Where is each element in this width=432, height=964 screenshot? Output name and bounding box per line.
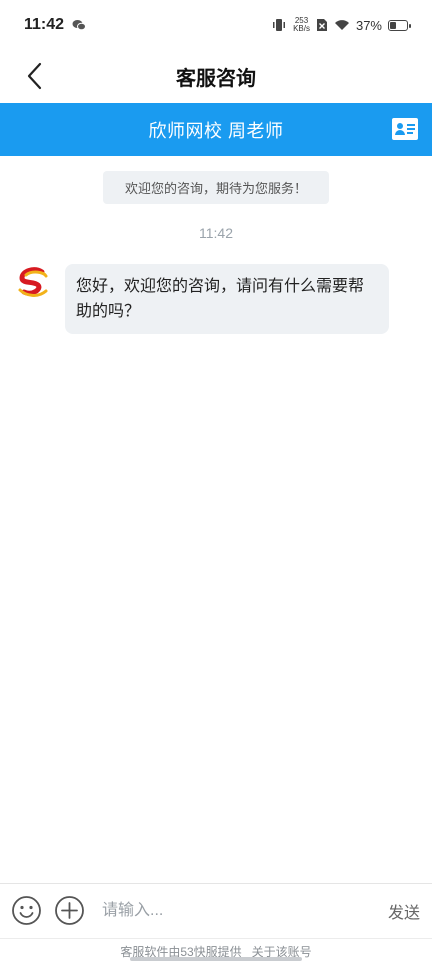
vibrate-icon	[273, 19, 286, 31]
wechat-icon	[72, 20, 87, 31]
battery-percent: 37%	[355, 17, 382, 33]
agent-message-bubble[interactable]: 您好，欢迎您的咨询，请问有什么需要帮助的吗？	[65, 264, 389, 334]
agent-bar: 欣师网校 周老师	[0, 103, 432, 156]
message-input[interactable]	[96, 895, 366, 927]
welcome-tip: 欢迎您的咨询，期待为您服务！	[103, 171, 329, 204]
battery-fill	[390, 21, 396, 29]
message-timestamp: 11:42	[199, 225, 233, 241]
battery-icon	[388, 19, 411, 31]
net-speed-unit: KB/s	[293, 24, 310, 33]
contact-card-icon[interactable]	[392, 118, 418, 140]
wifi-icon	[334, 20, 349, 30]
chevron-left-icon[interactable]	[20, 60, 50, 92]
agent-avatar[interactable]	[16, 266, 52, 302]
net-speed: 253 KB/s	[293, 17, 310, 33]
status-time: 11:42	[24, 16, 65, 33]
page-title: 客服咨询	[176, 67, 256, 90]
home-indicator[interactable]	[130, 957, 302, 961]
send-button[interactable]: 发送	[388, 899, 420, 923]
status-bar: 11:42 253 KB/s 37%	[0, 0, 432, 50]
plus-circle-icon[interactable]	[54, 895, 85, 926]
nav-bar: 客服咨询	[0, 50, 432, 102]
chat-area[interactable]: 欢迎您的咨询，期待为您服务！ 11:42 您好，欢迎您的咨询，请问有什么需要帮助…	[0, 156, 432, 883]
agent-message-text: 您好，欢迎您的咨询，请问有什么需要帮助的吗？	[76, 278, 365, 320]
status-right: 253 KB/s 37%	[271, 17, 411, 33]
input-bar: 发送	[0, 883, 432, 938]
footer: 客服软件由53快服提供 关于该账号	[0, 938, 432, 964]
status-left: 11:42	[24, 16, 87, 34]
smiley-icon[interactable]	[11, 895, 42, 926]
agent-title: 欣师网校 周老师	[148, 120, 284, 141]
no-sim-icon	[316, 19, 327, 31]
